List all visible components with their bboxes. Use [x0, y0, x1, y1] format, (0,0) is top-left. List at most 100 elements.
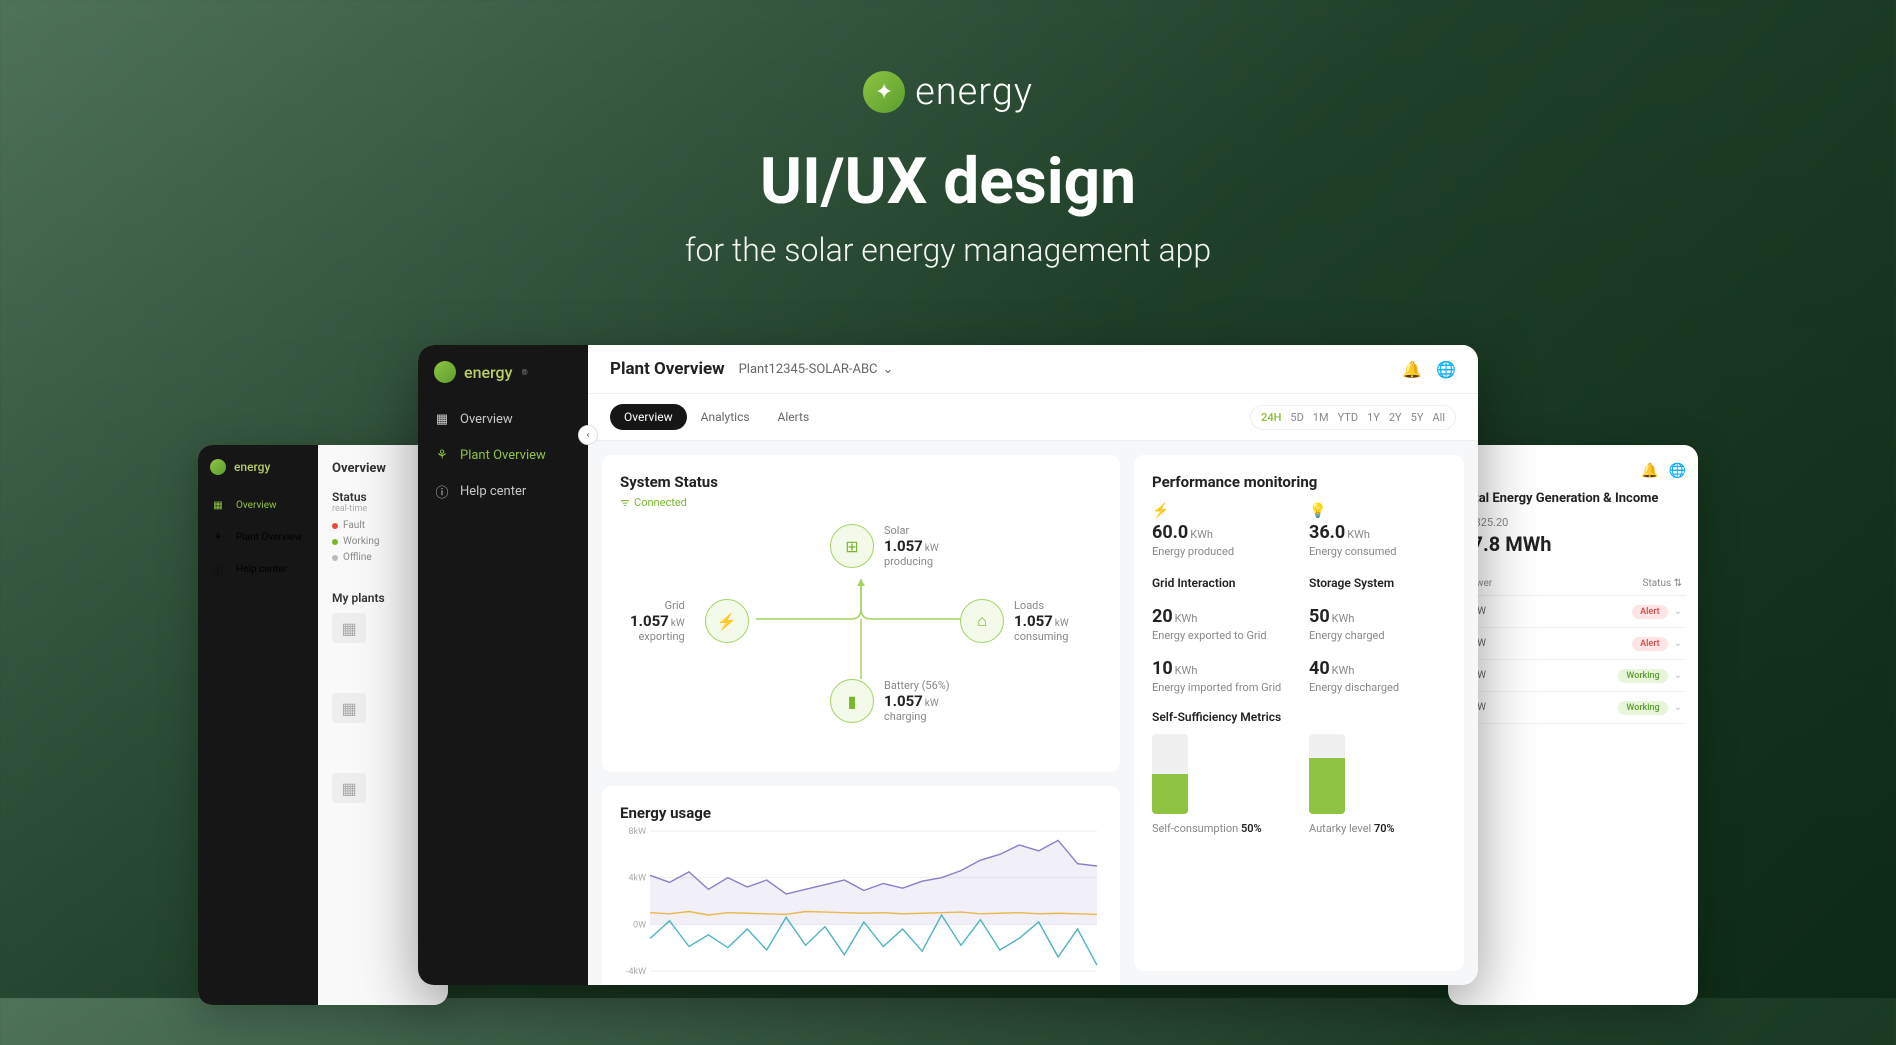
topbar: Plant Overview Plant12345-SOLAR-ABC⌄ 🔔 🌐 [588, 345, 1478, 394]
energy-logo-icon: ✦ [863, 71, 905, 113]
table-row: 5 kWAlert⌄ [1460, 628, 1686, 660]
plant-tile[interactable]: ▦ [332, 613, 366, 643]
help-icon: ⓘ [434, 483, 450, 499]
status-text: Connected [634, 496, 687, 509]
sidebar-item-help[interactable]: ⓘHelp center [198, 553, 318, 585]
range-1m[interactable]: 1M [1313, 411, 1329, 424]
trademark: ® [521, 368, 527, 377]
sidebar: energy ® ▦Overview ⚘Plant Overview ⓘHelp… [418, 345, 588, 985]
hero: ✦ energy UI/UX design for the solar ener… [0, 0, 1896, 269]
metric-label: Energy imported from Grid [1152, 681, 1289, 694]
bulb-icon: 💡 [1309, 503, 1446, 519]
grid-icon: ▦ [434, 411, 450, 427]
svg-text:0W: 0W [633, 920, 646, 930]
globe-icon[interactable]: 🌐 [1436, 360, 1456, 379]
chevron-down-icon[interactable]: ⌄ [1674, 702, 1682, 713]
connection-status: ᯤConnected [620, 495, 1102, 510]
tab-alerts[interactable]: Alerts [764, 404, 824, 430]
chevron-down-icon[interactable]: ⌄ [1674, 670, 1682, 681]
range-5y[interactable]: 5Y [1411, 411, 1424, 424]
tabs: Overview Analytics Alerts [610, 404, 823, 430]
time-range-selector: 24H 5D 1M YTD 1Y 2Y 5Y All [1250, 405, 1456, 430]
node-value: 1.057 [630, 612, 669, 630]
table-row: 5 kWAlert⌄ [1460, 596, 1686, 628]
energy-logo-icon [434, 361, 456, 383]
tab-analytics[interactable]: Analytics [687, 404, 764, 430]
status-badge: Alert [1632, 605, 1667, 619]
plant-tile[interactable]: ▦ [332, 773, 366, 803]
plant-tile[interactable]: ▦ [332, 693, 366, 723]
metric-imported: 10KWh Energy imported from Grid [1152, 658, 1289, 694]
dot-gray-icon [332, 555, 338, 561]
dot-green-icon [332, 539, 338, 545]
grid-icon: ▦ [210, 497, 226, 513]
hero-title: UI/UX design [0, 144, 1896, 219]
battery-icon: ▮ [830, 679, 874, 723]
sidebar-item-overview[interactable]: ▦ Overview [198, 489, 318, 521]
plant-selector[interactable]: Plant12345-SOLAR-ABC⌄ [739, 362, 894, 377]
node-name: Grid [630, 599, 685, 612]
sidebar-item-help[interactable]: ⓘHelp center [418, 473, 588, 509]
sidebar-item-plant[interactable]: ⚘ Plant Overview [198, 521, 318, 553]
range-1y[interactable]: 1Y [1367, 411, 1380, 424]
globe-icon[interactable]: 🌐 [1669, 463, 1686, 479]
status-label: Offline [343, 552, 372, 563]
range-5d[interactable]: 5D [1290, 411, 1303, 424]
metric-unit: KWh [1347, 528, 1370, 541]
range-24h[interactable]: 24H [1261, 411, 1281, 424]
range-2y[interactable]: 2Y [1389, 411, 1402, 424]
node-value: 1.057 [884, 692, 923, 710]
sidebar-label: Plant Overview [236, 532, 302, 543]
table-header: Power Status ⇅ [1460, 572, 1686, 596]
bar-value: 50% [1241, 822, 1262, 835]
node-sub: producing [884, 555, 939, 568]
system-status-panel: System Status ᯤConnected ⊞ Solar [602, 455, 1120, 772]
metric-value: 50 [1309, 606, 1330, 627]
node-sub: exporting [630, 630, 685, 643]
logo: energy ® [418, 361, 588, 401]
node-battery: ▮ Battery (56%) 1.057kW charging [830, 679, 950, 723]
status-label: Working [343, 536, 379, 547]
node-grid: ⚡ Grid 1.057kW exporting [630, 599, 749, 643]
node-sub: consuming [1014, 630, 1069, 643]
metric-unit: KWh [1175, 664, 1198, 677]
chevron-down-icon[interactable]: ⌄ [1674, 638, 1682, 649]
sidebar-label: Overview [236, 500, 277, 511]
income-value: $9,825.20 [1460, 516, 1686, 529]
bar-fill [1309, 758, 1345, 814]
performance-title: Performance monitoring [1152, 473, 1446, 491]
node-name: Battery (56%) [884, 679, 950, 692]
status-badge: Working [1618, 701, 1667, 715]
brand-text: energy [464, 363, 512, 382]
node-name: Solar [884, 524, 939, 537]
collapse-sidebar-button[interactable]: ‹ [578, 425, 598, 445]
bar-self-consumption: Self-consumption 50% [1152, 734, 1289, 835]
tab-overview[interactable]: Overview [610, 404, 687, 430]
sort-icon[interactable]: ⇅ [1674, 578, 1682, 589]
metric-value: 10 [1152, 658, 1173, 679]
bar-label: Self-consumption [1152, 822, 1238, 835]
col-status: Status [1643, 578, 1672, 589]
bar-autarky: Autarky level 70% [1309, 734, 1446, 835]
storage-system-title: Storage System [1309, 576, 1446, 590]
svg-text:8kW: 8kW [628, 827, 646, 837]
metric-unit: KWh [1190, 528, 1213, 541]
bell-icon[interactable]: 🔔 [1402, 360, 1422, 379]
sidebar-item-overview[interactable]: ▦Overview [418, 401, 588, 437]
metric-unit: KWh [1332, 664, 1355, 677]
energy-usage-chart: 8kW4kW0W-4kW [620, 826, 1102, 976]
bell-icon[interactable]: 🔔 [1641, 463, 1658, 479]
metric-unit: KWh [1332, 612, 1355, 625]
range-ytd[interactable]: YTD [1338, 411, 1358, 424]
plant-icon: ⚘ [210, 529, 226, 545]
performance-panel: Performance monitoring ⚡ 60.0KWh Energy … [1134, 455, 1464, 971]
energy-logo-icon [210, 459, 226, 475]
sidebar-item-plant[interactable]: ⚘Plant Overview [418, 437, 588, 473]
chevron-down-icon[interactable]: ⌄ [1674, 606, 1682, 617]
metric-energy-produced: ⚡ 60.0KWh Energy produced [1152, 503, 1289, 558]
hero-brand: energy [915, 70, 1033, 114]
chevron-down-icon: ⌄ [883, 362, 894, 377]
node-unit: kW [925, 543, 939, 554]
range-all[interactable]: All [1432, 411, 1445, 424]
metric-label: Energy consumed [1309, 545, 1446, 558]
